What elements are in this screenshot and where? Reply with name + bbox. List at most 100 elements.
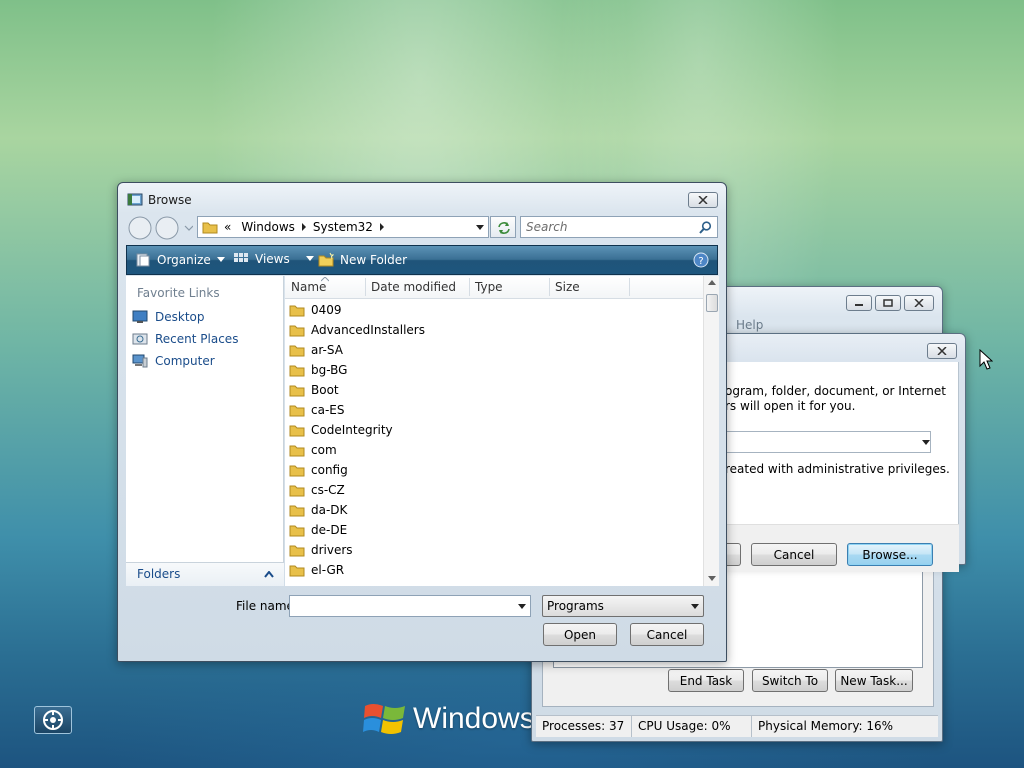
run-open-combobox[interactable]: [717, 431, 931, 453]
menu-help[interactable]: Help: [736, 318, 763, 332]
search-icon: [699, 221, 712, 234]
search-placeholder: Search: [526, 220, 568, 234]
new-folder-icon: [318, 252, 334, 267]
sidebar-gadget-button[interactable]: [34, 706, 72, 734]
nav-link-label: Recent Places: [155, 332, 239, 346]
nav-link-computer[interactable]: Computer: [132, 354, 215, 368]
nav-link-recent-places[interactable]: Recent Places: [132, 332, 238, 346]
chevron-down-icon[interactable]: [518, 604, 526, 609]
file-list-item[interactable]: ca-ES: [289, 400, 699, 420]
search-input[interactable]: Search: [520, 216, 718, 238]
folder-icon: [289, 525, 305, 537]
recent-places-icon: [132, 333, 148, 345]
folder-icon: [289, 325, 305, 337]
status-bar: Processes: 37 CPU Usage: 0% Physical Mem…: [536, 715, 938, 737]
file-type-select[interactable]: Programs: [542, 595, 704, 617]
run-cancel-button[interactable]: Cancel: [751, 543, 837, 566]
windows-flag-icon: [363, 704, 405, 734]
new-folder-label: New Folder: [340, 253, 408, 267]
scroll-thumb[interactable]: [706, 294, 718, 312]
run-body: ogram, folder, document, or Internet rs …: [713, 362, 959, 572]
end-task-button[interactable]: End Task: [668, 669, 744, 692]
file-list-item[interactable]: bg-BG: [289, 360, 699, 380]
address-bar[interactable]: « Windows System32: [197, 216, 489, 238]
forward-button[interactable]: [154, 215, 180, 241]
file-list-item[interactable]: ar-SA: [289, 340, 699, 360]
chevron-down-icon: [216, 257, 225, 262]
file-list-item[interactable]: da-DK: [289, 500, 699, 520]
file-name: ar-SA: [311, 343, 343, 357]
file-name: Boot: [311, 383, 339, 397]
close-icon: [937, 347, 947, 355]
maximize-button[interactable]: [875, 295, 901, 311]
folder-icon: [289, 545, 305, 557]
run-close-button[interactable]: [927, 343, 957, 359]
command-toolbar: Organize Views New Folder ?: [126, 245, 718, 275]
run-browse-button[interactable]: Browse...: [847, 543, 933, 566]
file-list-item[interactable]: Boot: [289, 380, 699, 400]
close-icon: [698, 196, 708, 204]
file-name: AdvancedInstallers: [311, 323, 425, 337]
cancel-button[interactable]: Cancel: [630, 623, 704, 646]
status-cpu: CPU Usage: 0%: [632, 716, 752, 737]
chevron-down-icon: [305, 256, 314, 261]
folders-toggle[interactable]: Folders: [126, 562, 284, 586]
chevron-down-icon: [691, 604, 699, 609]
breadcrumb-windows[interactable]: Windows: [241, 220, 295, 234]
breadcrumb-chevrons[interactable]: «: [224, 220, 231, 234]
file-list-item[interactable]: 0409: [289, 300, 699, 320]
sort-up-icon: [321, 277, 329, 282]
folder-icon: [289, 305, 305, 317]
file-list-item[interactable]: CodeIntegrity: [289, 420, 699, 440]
file-list-item[interactable]: com: [289, 440, 699, 460]
folder-icon: [202, 222, 218, 234]
folder-icon: [289, 485, 305, 497]
run-dialog[interactable]: ogram, folder, document, or Internet rs …: [712, 333, 966, 572]
chevron-down-icon: [922, 440, 930, 445]
scroll-down-icon[interactable]: [708, 576, 716, 582]
file-list-item[interactable]: cs-CZ: [289, 480, 699, 500]
column-header: Name Date modified Type Size: [285, 276, 703, 299]
switch-to-button[interactable]: Switch To: [752, 669, 828, 692]
run-description-line2: rs will open it for you.: [725, 399, 856, 413]
file-list-pane[interactable]: Name Date modified Type Size 0409 Advance…: [285, 276, 719, 586]
views-menu[interactable]: Views: [233, 252, 314, 266]
file-name: com: [311, 443, 337, 457]
refresh-button[interactable]: [490, 216, 516, 238]
back-button[interactable]: [127, 215, 153, 241]
nav-link-desktop[interactable]: Desktop: [132, 310, 205, 324]
new-folder-button[interactable]: New Folder: [318, 252, 407, 268]
minimize-button[interactable]: [846, 295, 872, 311]
refresh-icon: [498, 222, 510, 234]
vertical-scrollbar[interactable]: [703, 276, 719, 586]
breadcrumb-system32[interactable]: System32: [313, 220, 373, 234]
folders-label: Folders: [137, 567, 181, 581]
file-list-item[interactable]: AdvancedInstallers: [289, 320, 699, 340]
chevron-right-icon: [379, 223, 384, 231]
help-icon[interactable]: ?: [693, 252, 709, 268]
browse-dialog[interactable]: Browse « Windows System32 Search Organiz…: [117, 182, 727, 662]
new-task-button[interactable]: New Task...: [835, 669, 913, 692]
column-type[interactable]: Type: [475, 280, 503, 294]
file-list-item[interactable]: el-GR: [289, 560, 699, 580]
column-name[interactable]: Name: [291, 280, 326, 294]
chevron-right-icon: [301, 223, 306, 231]
file-name-input[interactable]: [289, 595, 531, 617]
file-list-item[interactable]: de-DE: [289, 520, 699, 540]
folder-icon: [289, 425, 305, 437]
views-icon: [234, 253, 248, 262]
file-list-item[interactable]: config: [289, 460, 699, 480]
chevron-down-icon[interactable]: [476, 225, 484, 230]
column-size[interactable]: Size: [555, 280, 580, 294]
file-list-item[interactable]: drivers: [289, 540, 699, 560]
folder-icon: [289, 445, 305, 457]
open-button[interactable]: Open: [543, 623, 617, 646]
mouse-cursor-icon: [979, 349, 993, 370]
column-date-modified[interactable]: Date modified: [371, 280, 456, 294]
file-rows: 0409 AdvancedInstallers ar-SA bg-BG Boot ca-E…: [289, 300, 699, 580]
close-button[interactable]: [904, 295, 934, 311]
browse-close-button[interactable]: [688, 192, 718, 208]
file-name: CodeIntegrity: [311, 423, 393, 437]
scroll-up-icon[interactable]: [708, 280, 716, 286]
organize-menu[interactable]: Organize: [135, 252, 225, 268]
